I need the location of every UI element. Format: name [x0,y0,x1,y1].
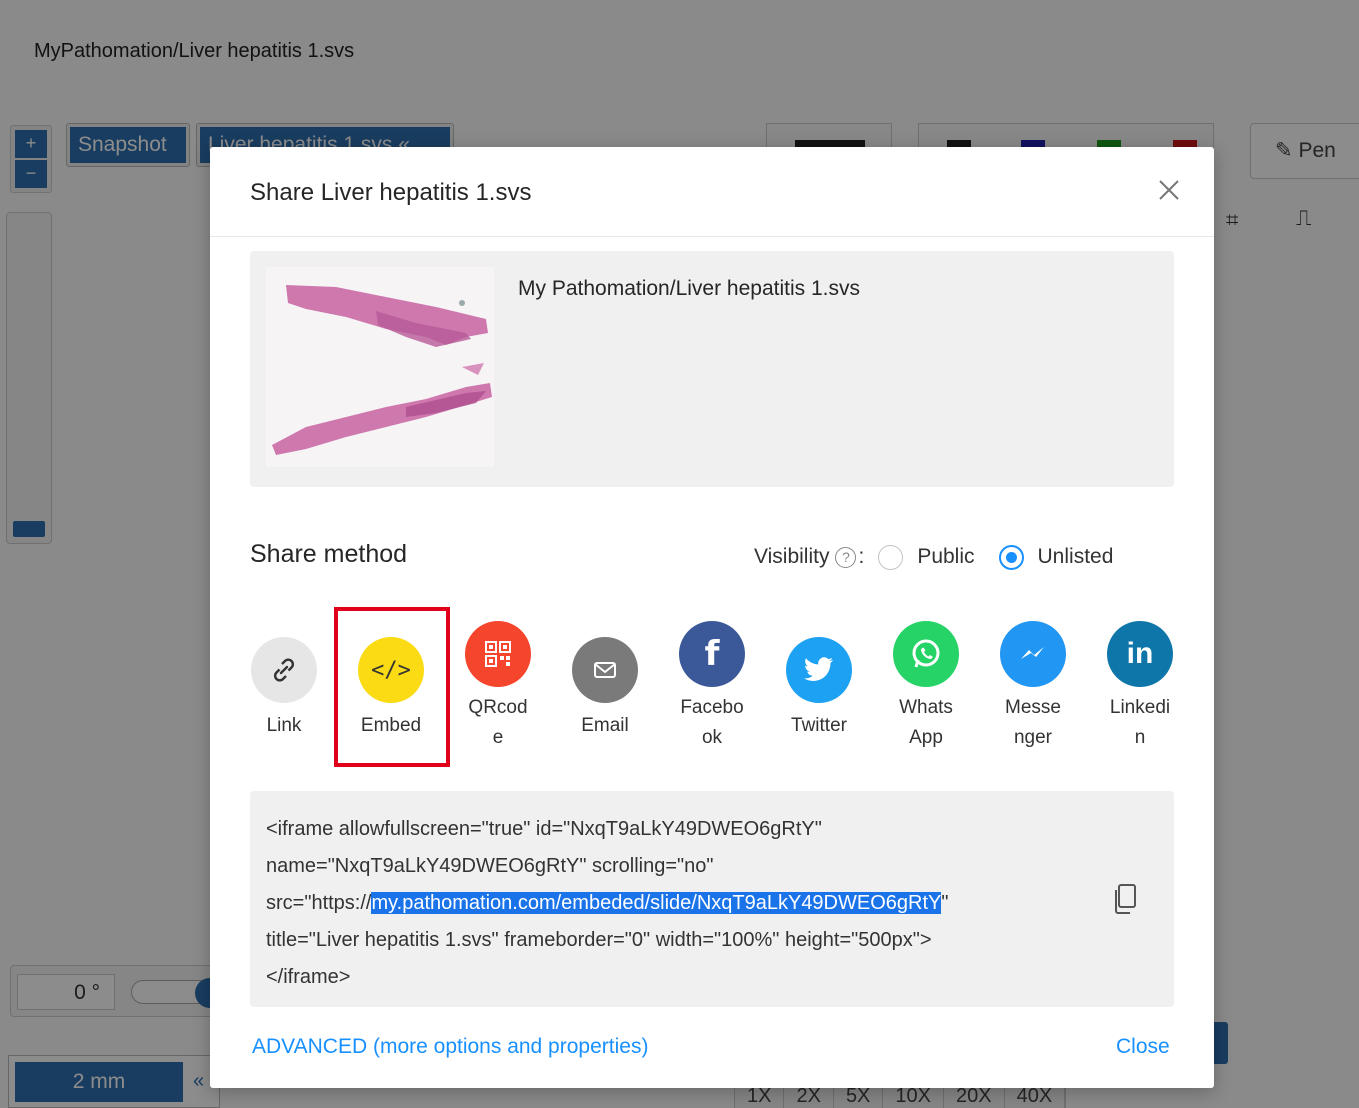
method-label: Linkedi n [1109,697,1171,748]
radio-label: Unlisted [1037,545,1114,568]
embed-code-line: name="NxqT9aLkY49DWEO6gRtY" scrolling="n… [266,855,714,877]
method-label: Facebo ok [680,697,744,748]
messenger-icon [1000,621,1066,687]
share-whatsapp-button[interactable]: Whats App [886,621,966,753]
radio-button[interactable] [878,544,904,570]
twitter-icon [786,637,852,703]
facebook-icon: f [679,621,745,687]
qrcode-icon [465,621,531,687]
share-qrcode-button[interactable]: QRcod e [458,621,538,753]
advanced-options-link[interactable]: ADVANCED (more options and properties) [252,1035,648,1059]
visibility-colon: : [858,545,865,568]
embed-code-text[interactable]: <iframe allowfullscreen="true" id="NxqT9… [266,811,1076,996]
method-label: Messe nger [1005,697,1061,748]
method-label: Twitter [791,715,847,736]
method-label: Email [581,715,629,736]
share-email-button[interactable]: Email [565,637,645,741]
radio-button-checked[interactable] [998,544,1024,570]
share-twitter-button[interactable]: Twitter [779,637,859,741]
embed-code-line: src="https://my.pathomation.com/embeded/… [266,892,949,914]
visibility-control: Visibility ? : Public Unlisted [754,537,1113,577]
slide-preview: My Pathomation/Liver hepatitis 1.svs [250,251,1174,487]
method-label: QRcod e [468,697,528,748]
embed-code-line: title="Liver hepatitis 1.svs" frameborde… [266,929,932,951]
slide-thumbnail [266,267,494,467]
method-label: Link [266,715,302,736]
dialog-header: Share Liver hepatitis 1.svs [210,147,1214,237]
method-label: Whats App [899,697,953,748]
email-icon [572,637,638,703]
code-icon: </> [358,637,424,703]
visibility-unlisted-radio[interactable]: Unlisted [998,544,1114,570]
link-icon [251,637,317,703]
help-icon[interactable]: ? [835,546,857,568]
linkedin-icon: in [1107,621,1173,687]
whatsapp-icon [893,621,959,687]
copy-icon[interactable] [1112,883,1138,915]
method-label: Embed [360,715,422,736]
slide-path: My Pathomation/Liver hepatitis 1.svs [518,277,860,300]
dialog-title: Share Liver hepatitis 1.svs [250,179,532,206]
visibility-public-radio[interactable]: Public [878,544,975,570]
share-messenger-button[interactable]: Messe nger [993,621,1073,753]
share-link-button[interactable]: Link [244,637,324,741]
embed-code-line: <iframe allowfullscreen="true" id="NxqT9… [266,818,822,840]
embed-code-box[interactable]: <iframe allowfullscreen="true" id="NxqT9… [250,791,1174,1007]
visibility-label: Visibility [754,545,830,568]
share-embed-button[interactable]: </> Embed [351,637,431,741]
close-button[interactable]: Close [1116,1035,1170,1059]
radio-label: Public [917,545,975,568]
embed-code-line: </iframe> [266,966,351,988]
selected-url-text: my.pathomation.com/embeded/slide/NxqT9aL… [371,892,942,914]
share-dialog: Share Liver hepatitis 1.svs My Pathomati… [210,147,1214,1088]
share-facebook-button[interactable]: f Facebo ok [672,621,752,753]
close-icon[interactable] [1154,175,1184,205]
share-linkedin-button[interactable]: in Linkedi n [1100,621,1180,753]
share-method-heading: Share method [250,540,408,568]
